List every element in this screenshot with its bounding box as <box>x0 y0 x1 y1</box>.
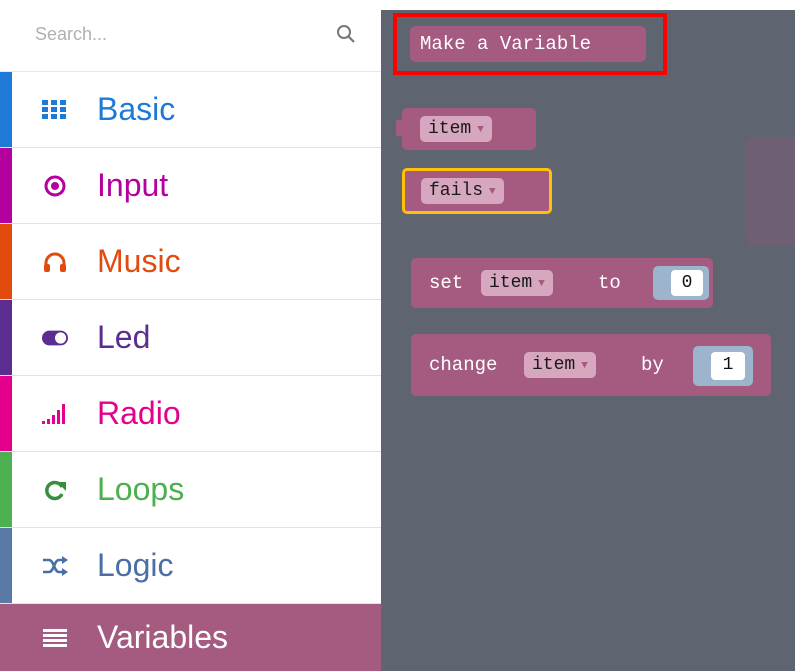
grid-icon <box>42 97 68 123</box>
category-label: Loops <box>97 471 185 507</box>
category-label: Variables <box>97 619 229 655</box>
dropdown-arrow-icon: ▼ <box>581 360 588 372</box>
number-input-wrapper: 1 <box>693 346 753 386</box>
search-bar[interactable]: Search... <box>0 0 381 72</box>
variable-dropdown[interactable]: item ▼ <box>420 116 492 142</box>
variable-name: item <box>489 273 533 293</box>
search-icon[interactable] <box>336 24 356 44</box>
category-logic[interactable]: Logic <box>0 528 381 604</box>
variable-name: fails <box>429 181 484 201</box>
variable-dropdown[interactable]: item ▼ <box>524 352 596 378</box>
set-variable-block[interactable]: set item ▼ to 0 <box>411 258 713 308</box>
category-label: Radio <box>97 395 181 431</box>
block-output-tab <box>396 120 404 136</box>
category-label: Basic <box>97 91 176 127</box>
category-label: Logic <box>97 547 174 583</box>
toggle-icon <box>42 325 68 351</box>
dropdown-arrow-icon: ▼ <box>489 186 496 198</box>
block-keyword: to <box>598 272 621 294</box>
category-color-bar <box>0 300 12 375</box>
category-label: Led <box>97 319 151 355</box>
number-input[interactable]: 1 <box>711 352 745 380</box>
category-color-bar <box>0 148 12 223</box>
variable-block-fails[interactable]: fails ▼ <box>402 168 552 214</box>
variable-block-item[interactable]: item ▼ <box>396 108 536 150</box>
loop-arrow-icon <box>42 477 68 503</box>
block-keyword: change <box>429 354 498 376</box>
category-basic[interactable]: Basic <box>0 72 381 148</box>
variable-dropdown[interactable]: item ▼ <box>481 270 553 296</box>
category-label: Input <box>97 167 169 203</box>
search-input[interactable]: Search... <box>35 24 107 45</box>
variable-name: item <box>532 355 576 375</box>
list-icon <box>42 625 68 651</box>
category-music[interactable]: Music <box>0 224 381 300</box>
category-color-bar <box>0 72 12 147</box>
category-input[interactable]: Input <box>0 148 381 224</box>
variable-name: item <box>428 119 472 139</box>
category-color-bar <box>0 452 12 527</box>
category-radio[interactable]: Radio <box>0 376 381 452</box>
target-icon <box>42 173 68 199</box>
highlight-box <box>393 13 667 75</box>
category-led[interactable]: Led <box>0 300 381 376</box>
variable-dropdown[interactable]: fails ▼ <box>421 178 504 204</box>
signal-bars-icon <box>42 401 68 427</box>
category-color-bar <box>0 528 12 603</box>
toolbox: Search... Basic Input Music Led Radio Lo… <box>0 0 381 671</box>
category-variables[interactable]: Variables <box>0 604 381 671</box>
headphones-icon <box>42 249 68 275</box>
background-block-ghost <box>745 137 795 245</box>
category-loops[interactable]: Loops <box>0 452 381 528</box>
shuffle-icon <box>42 553 68 579</box>
category-label: Music <box>97 243 181 279</box>
change-variable-block[interactable]: change item ▼ by 1 <box>411 334 771 396</box>
category-color-bar <box>0 376 12 451</box>
block-keyword: by <box>641 354 664 376</box>
category-color-bar <box>0 224 12 299</box>
number-input[interactable]: 0 <box>671 270 703 296</box>
dropdown-arrow-icon: ▼ <box>538 278 545 290</box>
number-input-wrapper: 0 <box>653 266 709 300</box>
dropdown-arrow-icon: ▼ <box>477 124 484 136</box>
flyout-top-edge <box>381 0 795 10</box>
block-keyword: set <box>429 272 464 294</box>
